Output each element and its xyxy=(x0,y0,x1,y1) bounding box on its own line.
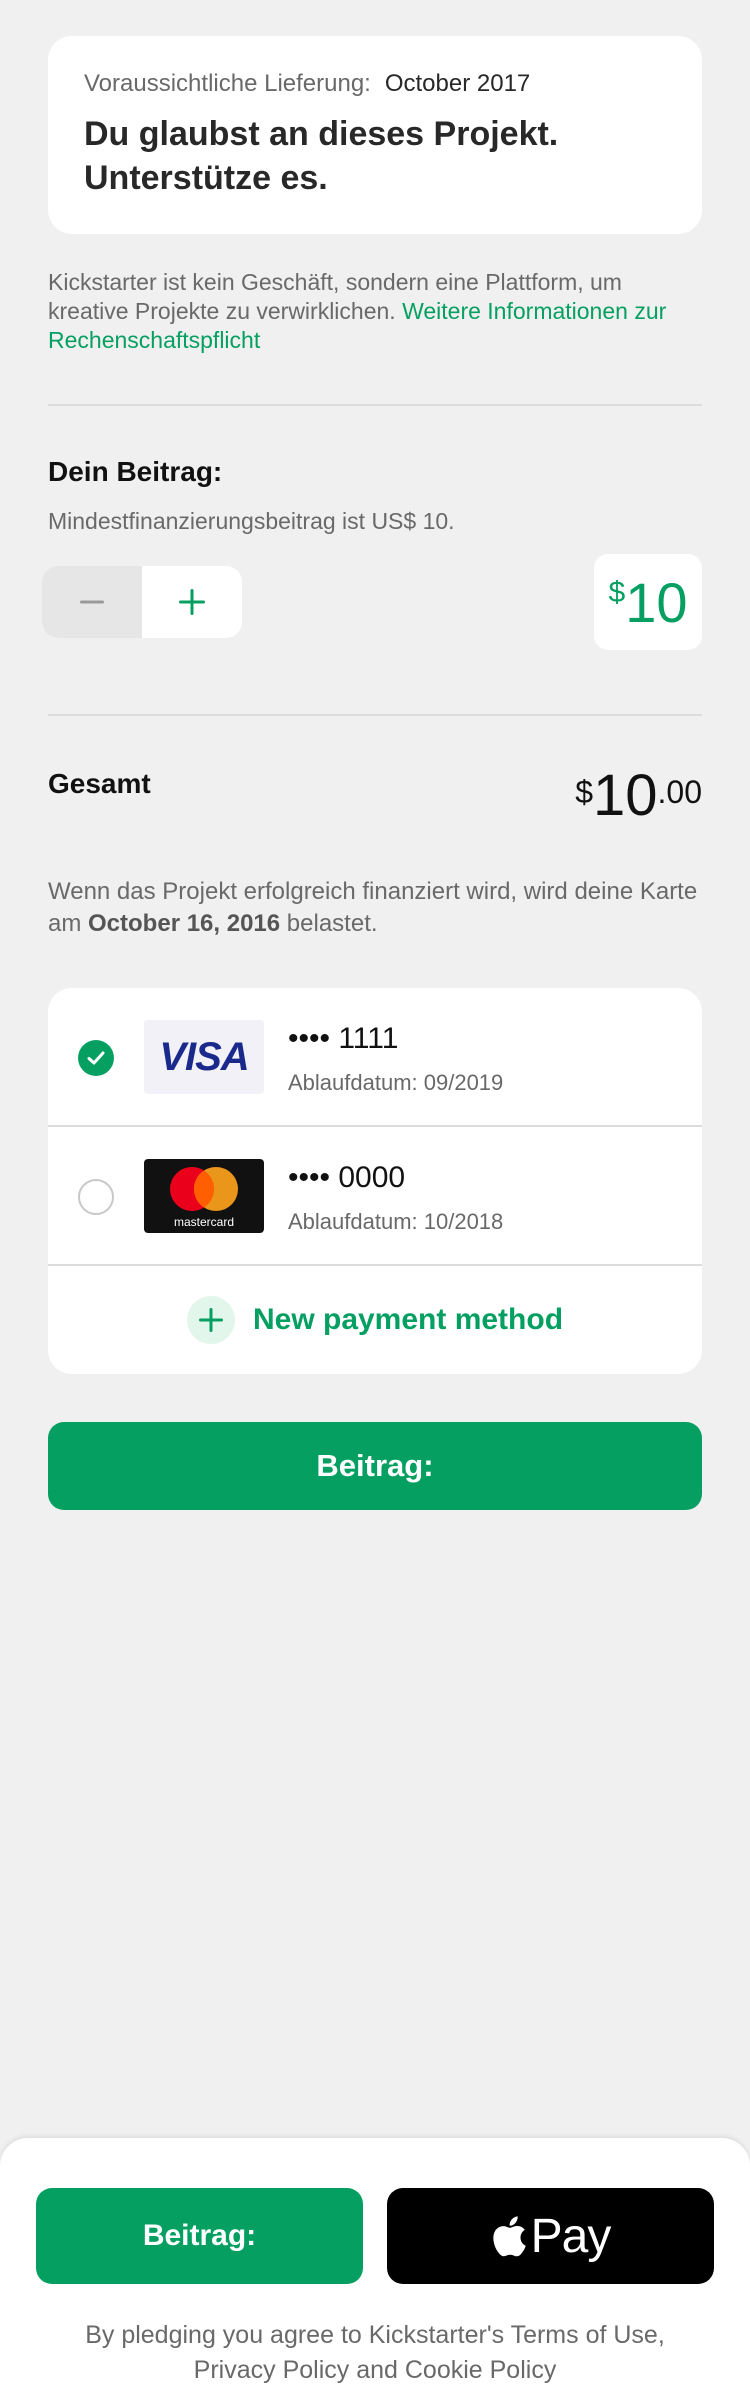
reward-card: Voraussichtliche Lieferung: October 2017… xyxy=(48,36,702,234)
visa-brand: VISA xyxy=(159,1034,249,1079)
card-expiry: Ablaufdatum: 09/2019 xyxy=(288,1070,504,1095)
amount-currency: $ xyxy=(608,576,626,609)
reward-title: Du glaubst an dieses Projekt. Unterstütz… xyxy=(84,112,666,200)
total-cents: .00 xyxy=(657,774,702,810)
add-icon xyxy=(186,1296,235,1344)
pledge-bottom-button[interactable]: Beitrag: xyxy=(36,2188,363,2284)
card-number: •••• 1111 xyxy=(288,1022,399,1055)
pledge-amount-input[interactable]: $ 10 xyxy=(594,554,702,650)
mastercard-wordmark: mastercard xyxy=(174,1215,234,1229)
payment-methods-card: VISA •••• 1111 Ablaufdatum: 09/2019 mast… xyxy=(48,988,702,1374)
minus-icon xyxy=(80,600,104,604)
total-label: Gesamt xyxy=(48,768,151,799)
card-number: •••• 0000 xyxy=(288,1161,406,1194)
reward-title-line1: Du glaubst an dieses Projekt. xyxy=(84,115,559,153)
minimum-pledge-text: Mindestfinanzierungsbeitrag ist US$ 10. xyxy=(48,508,455,534)
plus-icon xyxy=(179,589,205,615)
checkmark-icon xyxy=(87,1051,105,1065)
mastercard-circles-icon: mastercard xyxy=(170,1167,238,1229)
card-expiry: Ablaufdatum: 10/2018 xyxy=(288,1209,504,1234)
terms-text[interactable]: By pledging you agree to Kickstarter's T… xyxy=(60,2318,690,2388)
delivery-date: October 2017 xyxy=(384,70,531,97)
total-currency: $ xyxy=(575,774,593,810)
charge-date: October 16, 2016 xyxy=(88,910,281,937)
bottom-sheet: Beitrag: Pay By pledging you agree to Ki… xyxy=(0,2138,750,2400)
decrement-button[interactable] xyxy=(42,566,142,638)
reward-title-line2: Unterstütze es. xyxy=(84,159,328,197)
charge-date-text: Wenn das Projekt erfolgreich finanziert … xyxy=(48,876,702,940)
total-amount: $ 10 .00 xyxy=(575,764,702,828)
new-payment-method-label: New payment method xyxy=(252,1303,564,1336)
mastercard-logo-icon: mastercard xyxy=(144,1159,264,1233)
amount-value: 10 xyxy=(625,570,688,634)
total-integer: 10 xyxy=(593,763,658,828)
apple-pay-button[interactable]: Pay xyxy=(387,2188,714,2284)
pledge-stepper xyxy=(42,566,242,638)
increment-button[interactable] xyxy=(142,566,242,638)
divider xyxy=(48,714,702,716)
pledge-button[interactable]: Beitrag: xyxy=(48,1422,702,1510)
divider xyxy=(48,404,702,406)
accountability-info: Kickstarter ist kein Geschäft, sondern e… xyxy=(48,268,702,355)
radio-selected[interactable] xyxy=(78,1040,114,1076)
payment-method-mastercard[interactable]: mastercard •••• 0000 Ablaufdatum: 10/201… xyxy=(48,1127,702,1266)
charge-suffix: belastet. xyxy=(286,910,378,937)
apple-pay-label: Pay xyxy=(530,2209,612,2263)
pledge-label: Dein Beitrag: xyxy=(48,456,223,487)
payment-method-visa[interactable]: VISA •••• 1111 Ablaufdatum: 09/2019 xyxy=(48,988,702,1127)
apple-logo-icon xyxy=(492,2216,526,2257)
delivery-label: Voraussichtliche Lieferung: xyxy=(84,70,371,97)
visa-logo-icon: VISA xyxy=(144,1020,264,1094)
estimated-delivery: Voraussichtliche Lieferung: October 2017 xyxy=(84,70,666,98)
radio-unselected[interactable] xyxy=(78,1179,114,1215)
new-payment-method-button[interactable]: New payment method xyxy=(48,1266,702,1374)
